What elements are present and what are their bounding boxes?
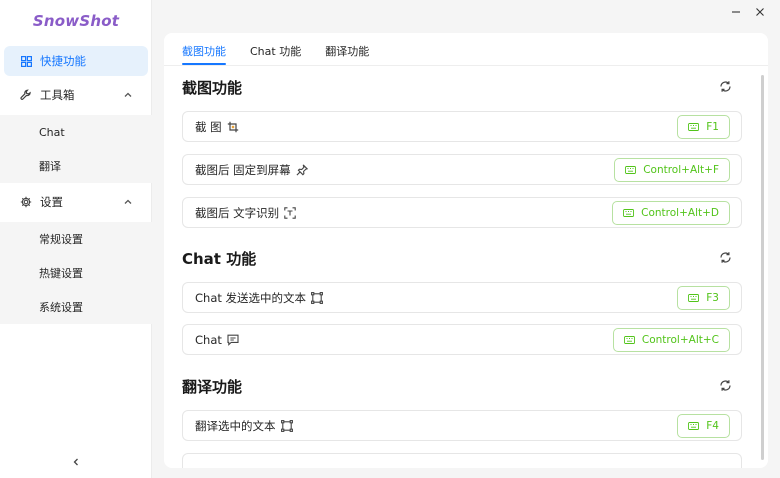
crop-icon <box>227 121 239 133</box>
scrollbar[interactable] <box>761 75 764 460</box>
keyboard-icon <box>688 123 700 131</box>
hotkey-text: Control+Alt+F <box>643 164 719 176</box>
hotkey-text: F3 <box>706 292 719 304</box>
collapse-sidebar-icon[interactable] <box>68 454 84 470</box>
tab-bar: 截图功能 Chat 功能 翻译功能 <box>182 43 369 65</box>
shortcut-row: Chat Control+Alt+C <box>182 324 742 355</box>
shortcut-label: 截图后 文字识别 <box>195 205 280 220</box>
keyboard-icon <box>623 209 635 217</box>
shortcut-label: 截 图 <box>195 119 222 134</box>
message-icon <box>227 334 239 346</box>
section-title-screenshot: 截图功能 <box>182 79 243 97</box>
shortcut-row: 截 图 F1 <box>182 111 742 142</box>
main-panel: 截图功能 Chat 功能 翻译功能 截图功能 截 图 F1 截图后 固定到屏幕 … <box>164 33 768 468</box>
reset-icon[interactable] <box>717 78 733 94</box>
settings-submenu: 常规设置 热键设置 系统设置 <box>0 222 152 324</box>
toolbox-submenu: Chat 翻译 <box>0 115 152 183</box>
shortcut-row: 截图后 固定到屏幕 Control+Alt+F <box>182 154 742 185</box>
select-text-icon <box>311 291 323 304</box>
keyboard-icon <box>623 336 635 344</box>
chevron-up-icon <box>122 196 134 208</box>
scan-text-icon <box>284 206 296 219</box>
close-button[interactable] <box>752 4 768 20</box>
sidebar-subitem-system-settings[interactable]: 系统设置 <box>0 290 152 324</box>
section-title-chat: Chat 功能 <box>182 250 257 268</box>
sidebar-item-shortcuts[interactable]: 快捷功能 <box>4 46 148 76</box>
sidebar-item-label: 设置 <box>40 195 63 209</box>
keyboard-icon <box>688 422 700 430</box>
shortcut-label: 翻译选中的文本 <box>195 418 276 433</box>
keyboard-icon <box>625 166 637 174</box>
hotkey-button[interactable]: F1 <box>677 115 730 139</box>
wrench-icon <box>20 89 32 101</box>
shortcut-row: 截图后 文字识别 Control+Alt+D <box>182 197 742 228</box>
keyboard-icon <box>688 294 700 302</box>
sidebar-item-label: 快捷功能 <box>40 54 86 68</box>
hotkey-text: Control+Alt+C <box>641 334 719 346</box>
shortcut-row: 翻译选中的文本 F4 <box>182 410 742 441</box>
tab-screenshot[interactable]: 截图功能 <box>182 43 226 65</box>
sidebar-item-settings[interactable]: 设置 <box>4 187 148 217</box>
sidebar-item-label: 工具箱 <box>40 88 75 102</box>
hotkey-text: F4 <box>706 420 719 432</box>
shortcut-label: Chat 发送选中的文本 <box>195 290 307 305</box>
reset-icon[interactable] <box>717 249 733 265</box>
sidebar: SnowShot 快捷功能 工具箱 Chat 翻译 设置 常规设置 热键设置 系… <box>0 0 152 478</box>
reset-icon[interactable] <box>717 377 733 393</box>
tab-divider <box>164 65 768 66</box>
shortcut-row <box>182 453 742 468</box>
hotkey-text: F1 <box>706 121 719 133</box>
chevron-up-icon <box>122 89 134 101</box>
hotkey-button[interactable]: F3 <box>677 286 730 310</box>
shortcut-label: Chat <box>195 332 222 347</box>
sidebar-subitem-general-settings[interactable]: 常规设置 <box>0 222 152 256</box>
sidebar-subitem-chat[interactable]: Chat <box>0 115 152 149</box>
hotkey-button[interactable]: Control+Alt+C <box>612 328 730 352</box>
hotkey-button[interactable]: Control+Alt+D <box>612 201 730 225</box>
sidebar-subitem-translate[interactable]: 翻译 <box>0 149 152 183</box>
app-logo: SnowShot <box>32 12 120 30</box>
hotkey-button[interactable]: F4 <box>677 414 730 438</box>
hotkey-button[interactable]: Control+Alt+F <box>614 158 730 182</box>
tab-translate[interactable]: 翻译功能 <box>325 43 369 65</box>
grid-icon <box>20 55 32 67</box>
section-title-translate: 翻译功能 <box>182 378 243 396</box>
sidebar-item-toolbox[interactable]: 工具箱 <box>4 80 148 110</box>
minimize-button[interactable] <box>728 4 744 20</box>
shortcut-row: Chat 发送选中的文本 F3 <box>182 282 742 313</box>
pin-icon <box>296 164 308 176</box>
hotkey-text: Control+Alt+D <box>641 207 719 219</box>
gear-icon <box>20 196 32 208</box>
shortcut-label: 截图后 固定到屏幕 <box>195 162 291 177</box>
sidebar-subitem-hotkey-settings[interactable]: 热键设置 <box>0 256 152 290</box>
tab-chat[interactable]: Chat 功能 <box>250 43 301 65</box>
select-text-icon <box>280 419 293 432</box>
